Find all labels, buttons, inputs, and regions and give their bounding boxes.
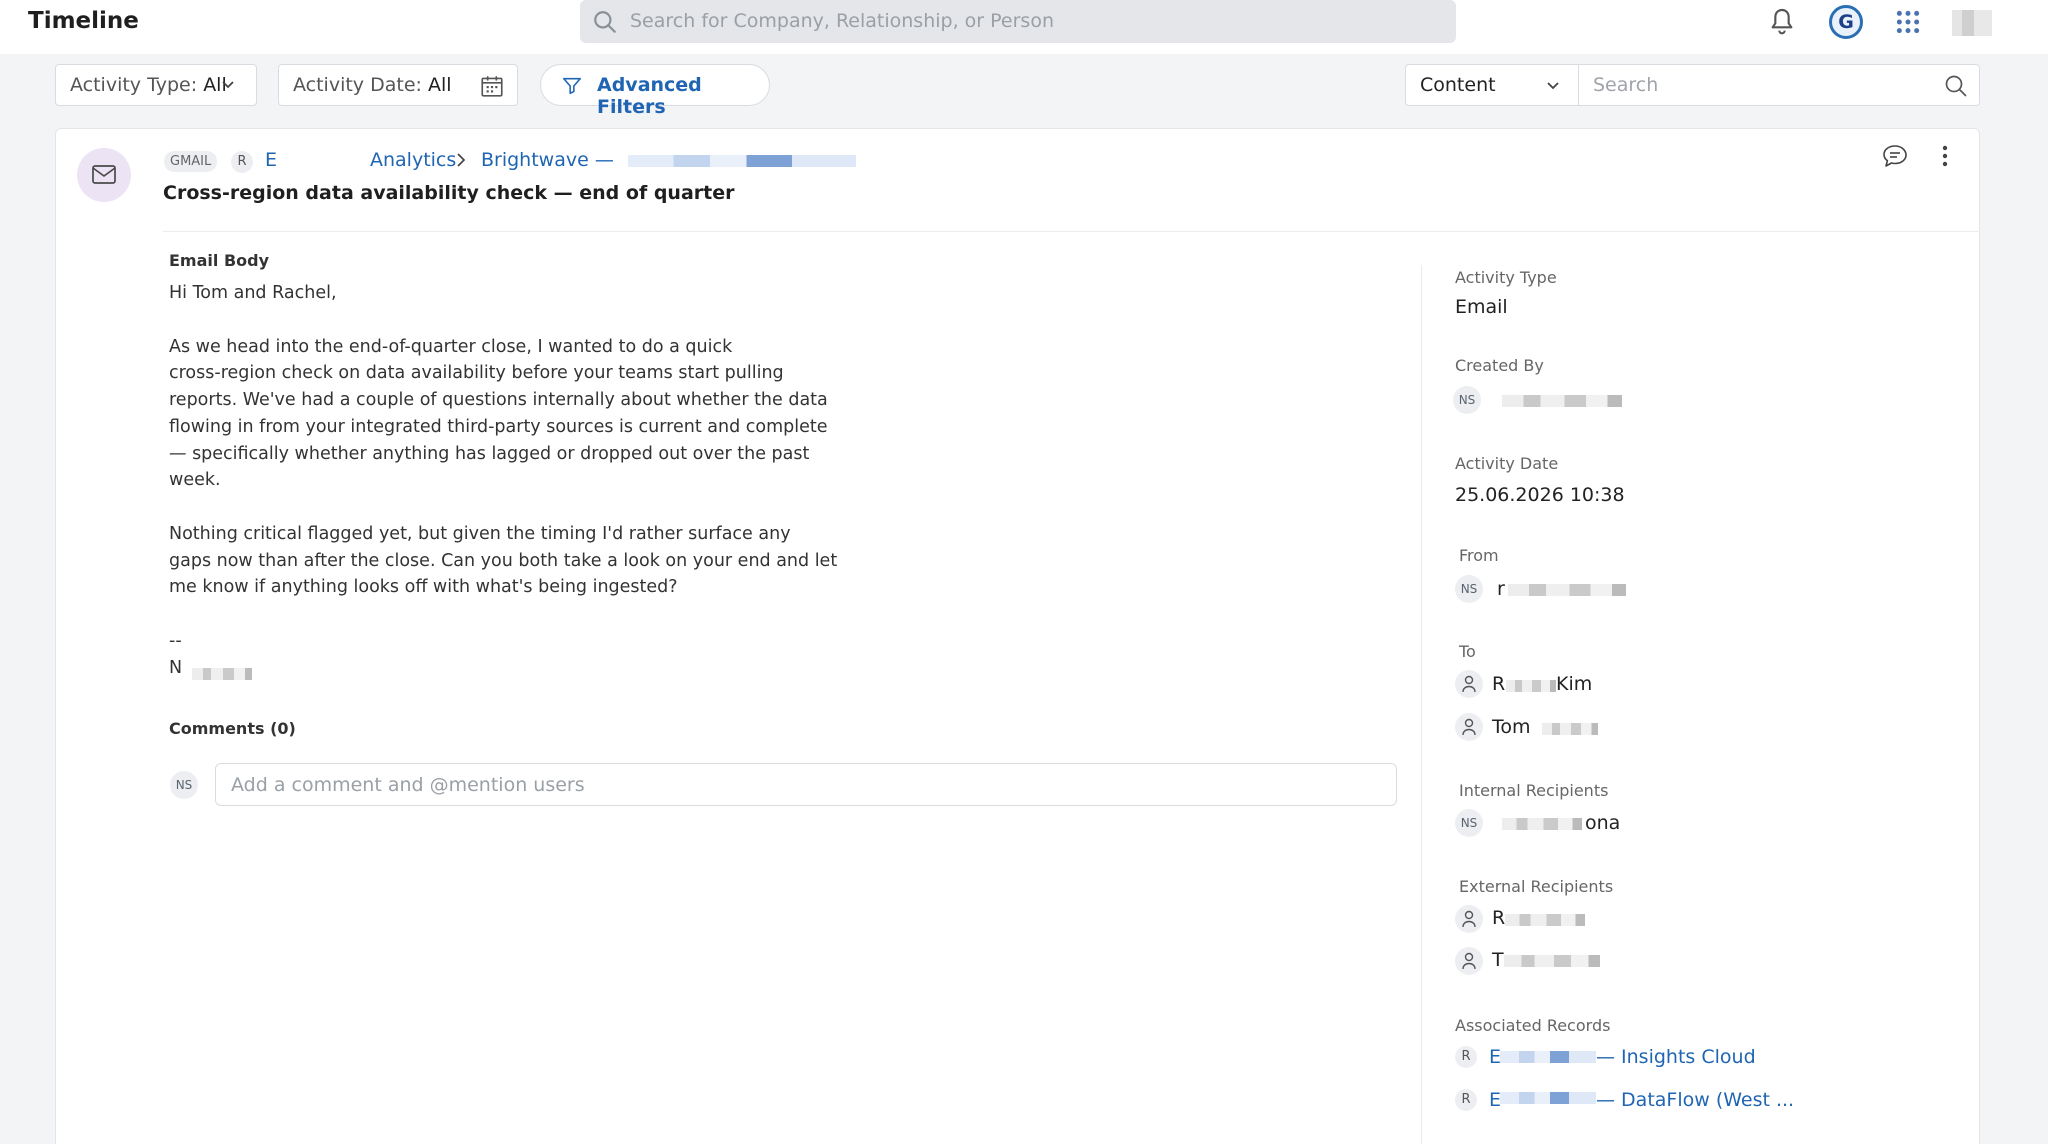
search-icon — [594, 11, 616, 33]
email-type-avatar — [77, 148, 131, 202]
content-select-value: Content — [1420, 74, 1496, 96]
comment-bubble-icon[interactable] — [1881, 143, 1909, 169]
profile-avatar[interactable] — [1952, 10, 1992, 36]
redacted-created-by — [1502, 395, 1622, 407]
email-body-line: me know if anything looks off with what'… — [169, 577, 678, 597]
activity-type-filter-text: Activity Type: All — [70, 74, 227, 96]
redacted-breadcrumb — [628, 155, 856, 167]
comments-label: Comments (0) — [169, 719, 296, 738]
card-divider — [163, 231, 1980, 232]
activity-subject: Cross-region data availability check — e… — [163, 182, 735, 204]
content-search-input[interactable]: Search — [1578, 64, 1980, 106]
chevron-down-icon — [222, 81, 234, 89]
advanced-filters-label: Advanced Filters — [597, 74, 702, 118]
associated-records-label: Associated Records — [1455, 1016, 1611, 1035]
email-body-label: Email Body — [169, 251, 270, 270]
email-signature-dashes: -- — [169, 631, 182, 651]
internal-recipients-label: Internal Recipients — [1459, 781, 1609, 800]
details-divider — [1421, 265, 1422, 1144]
record-badge: R — [231, 151, 253, 173]
email-body-line: gaps now than after the close. Can you b… — [169, 551, 838, 571]
activity-type-value: Email — [1455, 296, 1508, 318]
page-title: Timeline — [28, 8, 139, 34]
external-recipient-1: R — [1492, 907, 1506, 929]
email-body-line: reports. We've had a couple of questions… — [169, 390, 828, 410]
content-select[interactable]: Content — [1405, 64, 1579, 106]
external-recipients-label: External Recipients — [1459, 877, 1614, 896]
created-by-label: Created By — [1455, 356, 1544, 375]
redacted-external-recipient-1 — [1505, 914, 1585, 926]
breadcrumb-brightwave-link[interactable]: Brightwave — — [481, 149, 614, 171]
email-body-line: cross-region check on data availability … — [169, 363, 784, 383]
redacted-external-recipient-2 — [1504, 955, 1600, 967]
top-header: Timeline Search for Company, Relationshi… — [0, 0, 2048, 54]
redacted-associated-record-1 — [1500, 1051, 1596, 1063]
email-body-line: Nothing critical flagged yet, but given … — [169, 524, 791, 544]
redacted-internal-recipient — [1502, 818, 1582, 830]
global-search-input[interactable]: Search for Company, Relationship, or Per… — [580, 0, 1456, 43]
mail-icon — [92, 165, 116, 184]
apps-grid-icon[interactable] — [1895, 9, 1921, 35]
activity-type-label: Activity Type — [1455, 268, 1557, 287]
chevron-right-icon — [457, 153, 466, 167]
global-search-placeholder: Search for Company, Relationship, or Per… — [630, 10, 1054, 32]
content-search-placeholder: Search — [1593, 74, 1659, 96]
redacted-signature — [192, 668, 252, 680]
redacted-to-recipient-2 — [1542, 723, 1598, 735]
bell-icon[interactable] — [1766, 6, 1798, 38]
record-badge: R — [1455, 1089, 1477, 1111]
person-icon — [1455, 713, 1483, 741]
to-recipient-2-first: Tom — [1492, 716, 1531, 738]
comment-input[interactable]: Add a comment and @mention users — [215, 763, 1397, 806]
internal-recipient-suffix: ona — [1585, 812, 1621, 834]
calendar-icon[interactable] — [479, 73, 505, 99]
more-vertical-icon[interactable] — [1940, 143, 1950, 169]
associated-record-1-link[interactable]: — Insights Cloud — [1596, 1046, 1756, 1068]
redacted-from — [1508, 584, 1626, 596]
redacted-to-recipient-1 — [1506, 680, 1556, 692]
activity-date-filter-text: Activity Date: All — [293, 74, 452, 96]
person-icon — [1455, 947, 1483, 975]
activity-date-filter-value: All — [427, 74, 452, 96]
to-recipient-1-last: Kim — [1556, 673, 1593, 695]
chevron-down-icon — [1547, 82, 1559, 90]
filter-funnel-icon — [562, 77, 582, 95]
email-body-line: week. — [169, 470, 221, 490]
email-body-line: Hi Tom and Rachel, — [169, 283, 337, 303]
breadcrumb-company-link[interactable]: E — [265, 149, 277, 171]
internal-recipient-avatar: NS — [1455, 809, 1483, 837]
comment-placeholder: Add a comment and @mention users — [231, 774, 585, 796]
email-body-line: As we head into the end-of-quarter close… — [169, 337, 733, 357]
associated-record-2-link[interactable]: — DataFlow (West ... — [1596, 1089, 1794, 1111]
to-recipient-1-first: R — [1492, 673, 1506, 695]
breadcrumb-analytics-link[interactable]: Analytics — [370, 149, 456, 171]
g-logo-letter: G — [1838, 11, 1854, 33]
to-label: To — [1459, 642, 1476, 661]
activity-type-filter[interactable]: Activity Type: All — [55, 64, 257, 106]
search-icon[interactable] — [1944, 74, 1968, 98]
activity-date-filter[interactable]: Activity Date: All — [278, 64, 518, 106]
from-value: r — [1497, 578, 1505, 600]
email-body-line: flowing in from your integrated third-pa… — [169, 417, 828, 437]
advanced-filters-button[interactable]: Advanced Filters — [540, 64, 770, 118]
activity-card: GMAIL R E Analytics Brightwave — Cross-r… — [55, 128, 1980, 1144]
activity-date-value: 25.06.2026 10:38 — [1455, 484, 1625, 506]
activity-date-label: Activity Date — [1455, 454, 1559, 473]
source-badge: GMAIL — [164, 151, 218, 172]
redacted-associated-record-2 — [1500, 1092, 1596, 1104]
from-avatar: NS — [1455, 575, 1483, 603]
user-avatar: NS — [170, 771, 198, 799]
email-body-line: — specifically whether anything has lagg… — [169, 444, 810, 464]
activity-date-filter-label: Activity Date: — [293, 74, 422, 96]
activity-type-filter-label: Activity Type: — [70, 74, 198, 96]
person-icon — [1455, 670, 1483, 698]
record-badge: R — [1455, 1046, 1477, 1068]
person-icon — [1455, 905, 1483, 933]
created-by-avatar: NS — [1453, 386, 1481, 414]
from-label: From — [1459, 546, 1499, 565]
email-signature-name: N — [169, 658, 183, 678]
g-logo-icon[interactable]: G — [1829, 5, 1863, 39]
external-recipient-2: T — [1492, 949, 1504, 971]
